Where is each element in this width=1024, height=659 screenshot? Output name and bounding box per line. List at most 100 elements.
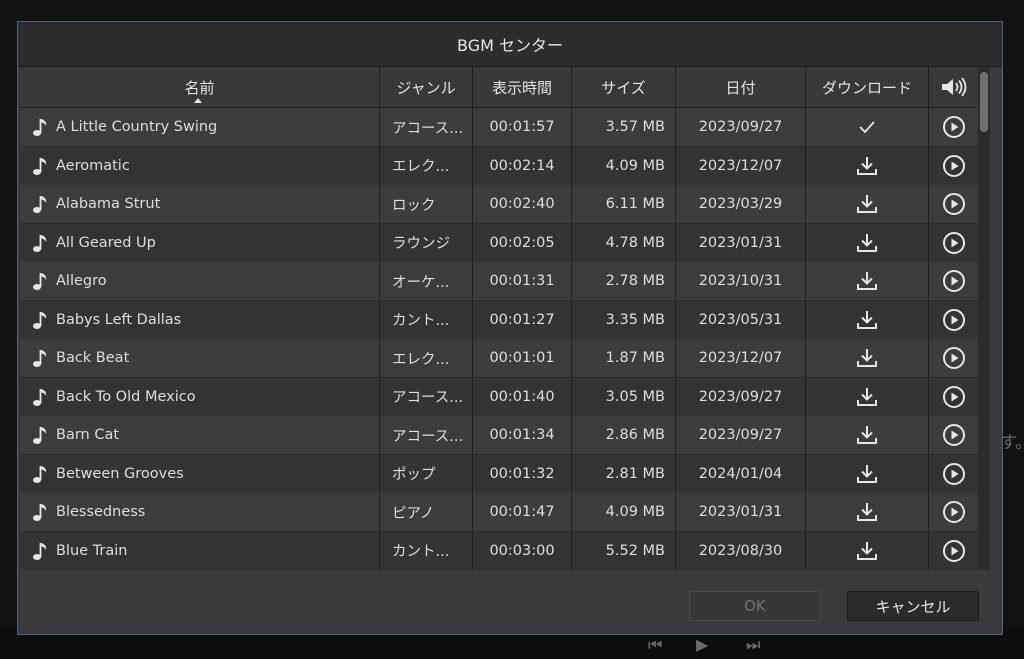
play-cell[interactable] — [929, 455, 978, 493]
play-cell[interactable] — [929, 416, 978, 454]
play-cell[interactable] — [929, 185, 978, 223]
play-cell[interactable] — [929, 108, 978, 146]
download-icon[interactable] — [855, 270, 879, 292]
size-cell: 6.11 MB — [572, 185, 676, 223]
play-circle-icon[interactable] — [942, 500, 966, 524]
play-cell[interactable] — [929, 532, 978, 570]
table-row[interactable]: Back Beat エレク... 00:01:01 1.87 MB 2023/12/07 — [20, 339, 978, 377]
download-cell[interactable] — [806, 262, 929, 300]
download-icon[interactable] — [855, 386, 879, 408]
play-icon[interactable]: ▶ — [696, 637, 708, 653]
table-row[interactable]: Blessedness ピアノ 00:01:47 4.09 MB 2023/01/31 — [20, 493, 978, 531]
download-icon[interactable] — [855, 540, 879, 562]
download-icon[interactable] — [855, 193, 879, 215]
genre-cell: エレク... — [380, 146, 473, 185]
table-row[interactable]: Between Grooves ポップ 00:01:32 2.81 MB 2024/01… — [20, 454, 978, 493]
play-circle-icon[interactable] — [942, 154, 966, 178]
table-row[interactable]: Babys Left Dallas カント... 00:01:27 3.35 MB 20… — [20, 300, 978, 339]
table-row[interactable]: Back To Old Mexico アコース... 00:01:40 3.05 MB… — [20, 377, 978, 416]
track-name: Back Beat — [56, 350, 130, 366]
table-row[interactable]: Alabama Strut ロック 00:02:40 6.11 MB 2023/03/2… — [20, 185, 978, 223]
table-row[interactable]: Allegro オーケ... 00:01:31 2.78 MB 2023/10/31 — [20, 262, 978, 300]
column-header-volume[interactable] — [929, 67, 978, 107]
download-icon[interactable] — [855, 309, 879, 331]
download-cell[interactable] — [806, 185, 929, 223]
play-cell[interactable] — [929, 301, 978, 339]
music-note-icon — [33, 350, 47, 367]
download-cell[interactable] — [806, 493, 929, 531]
duration-cell: 00:01:47 — [473, 493, 572, 531]
download-cell[interactable] — [806, 146, 929, 185]
date-cell: 2023/09/27 — [676, 108, 806, 146]
play-circle-icon[interactable] — [942, 346, 966, 370]
track-name: Barn Cat — [56, 427, 120, 443]
download-icon[interactable] — [855, 424, 879, 446]
column-header-duration[interactable]: 表示時間 — [473, 67, 572, 107]
table-row[interactable]: Barn Cat アコース... 00:01:34 2.86 MB 2023/09/27 — [20, 416, 978, 454]
column-header-genre[interactable]: ジャンル — [380, 67, 473, 107]
track-name: Blue Train — [56, 542, 128, 559]
download-cell[interactable] — [806, 531, 929, 570]
music-note-icon — [33, 465, 47, 483]
play-circle-icon[interactable] — [942, 269, 966, 293]
download-icon[interactable] — [855, 501, 879, 523]
music-note-icon — [33, 119, 47, 136]
download-icon[interactable] — [855, 155, 879, 177]
play-circle-icon[interactable] — [942, 385, 966, 409]
bgm-center-dialog: BGM センター 名前 ジャンル 表示時間 サイズ 日付 ダウンロード A Li… — [17, 21, 1003, 635]
size-cell: 2.78 MB — [572, 262, 676, 300]
play-cell[interactable] — [929, 147, 978, 185]
table-row[interactable]: Blue Train カント... 00:03:00 5.52 MB 2023/08/3… — [20, 531, 978, 570]
column-header-size[interactable]: サイズ — [572, 67, 676, 107]
table-row[interactable]: All Geared Up ラウンジ 00:02:05 4.78 MB 2023/01/… — [20, 223, 978, 262]
cancel-button[interactable]: キャンセル — [847, 591, 979, 621]
download-icon[interactable] — [855, 232, 879, 254]
background-text: す。 — [1000, 433, 1024, 453]
genre-cell: アコース... — [380, 377, 473, 416]
music-note-icon — [33, 427, 47, 444]
column-header-download[interactable]: ダウンロード — [806, 67, 929, 107]
play-circle-icon[interactable] — [942, 192, 966, 216]
column-header-date[interactable]: 日付 — [676, 67, 806, 107]
scrollbar-track[interactable] — [978, 67, 990, 570]
genre-cell: アコース... — [380, 108, 473, 146]
download-cell[interactable] — [806, 416, 929, 454]
download-cell[interactable] — [806, 300, 929, 339]
play-circle-icon[interactable] — [942, 462, 966, 486]
download-cell[interactable] — [806, 339, 929, 377]
play-cell[interactable] — [929, 262, 978, 300]
play-circle-icon[interactable] — [942, 231, 966, 255]
download-cell[interactable] — [806, 454, 929, 493]
play-cell[interactable] — [929, 224, 978, 262]
ok-button[interactable]: OK — [689, 591, 821, 621]
table-row[interactable]: A Little Country Swing アコース... 00:01:57 3.5… — [20, 108, 978, 146]
play-cell[interactable] — [929, 493, 978, 531]
volume-icon[interactable] — [939, 76, 969, 98]
next-icon[interactable]: ⏭ — [746, 637, 760, 653]
download-cell[interactable] — [806, 377, 929, 416]
play-circle-icon[interactable] — [942, 539, 966, 563]
play-circle-icon[interactable] — [942, 423, 966, 447]
date-cell: 2023/03/29 — [676, 185, 806, 223]
scrollbar-thumb[interactable] — [980, 72, 988, 132]
play-circle-icon[interactable] — [942, 115, 966, 139]
download-cell[interactable] — [806, 108, 929, 146]
play-cell[interactable] — [929, 339, 978, 377]
genre-cell: オーケ... — [380, 262, 473, 300]
name-cell: Back Beat — [20, 339, 380, 377]
download-icon[interactable] — [855, 347, 879, 369]
download-cell[interactable] — [806, 223, 929, 262]
previous-icon[interactable]: ⏮ — [648, 637, 662, 653]
play-cell[interactable] — [929, 378, 978, 416]
download-icon[interactable] — [855, 463, 879, 485]
size-cell: 4.09 MB — [572, 146, 676, 185]
date-cell: 2023/05/31 — [676, 300, 806, 339]
play-circle-icon[interactable] — [942, 308, 966, 332]
size-cell: 5.52 MB — [572, 531, 676, 570]
table-row[interactable]: Aeromatic エレク... 00:02:14 4.09 MB 2023/12/07 — [20, 146, 978, 185]
track-name: All Geared Up — [56, 234, 156, 251]
name-cell: Babys Left Dallas — [20, 300, 380, 339]
size-cell: 4.09 MB — [572, 493, 676, 531]
track-name: Allegro — [56, 273, 107, 289]
duration-cell: 00:01:01 — [473, 339, 572, 377]
